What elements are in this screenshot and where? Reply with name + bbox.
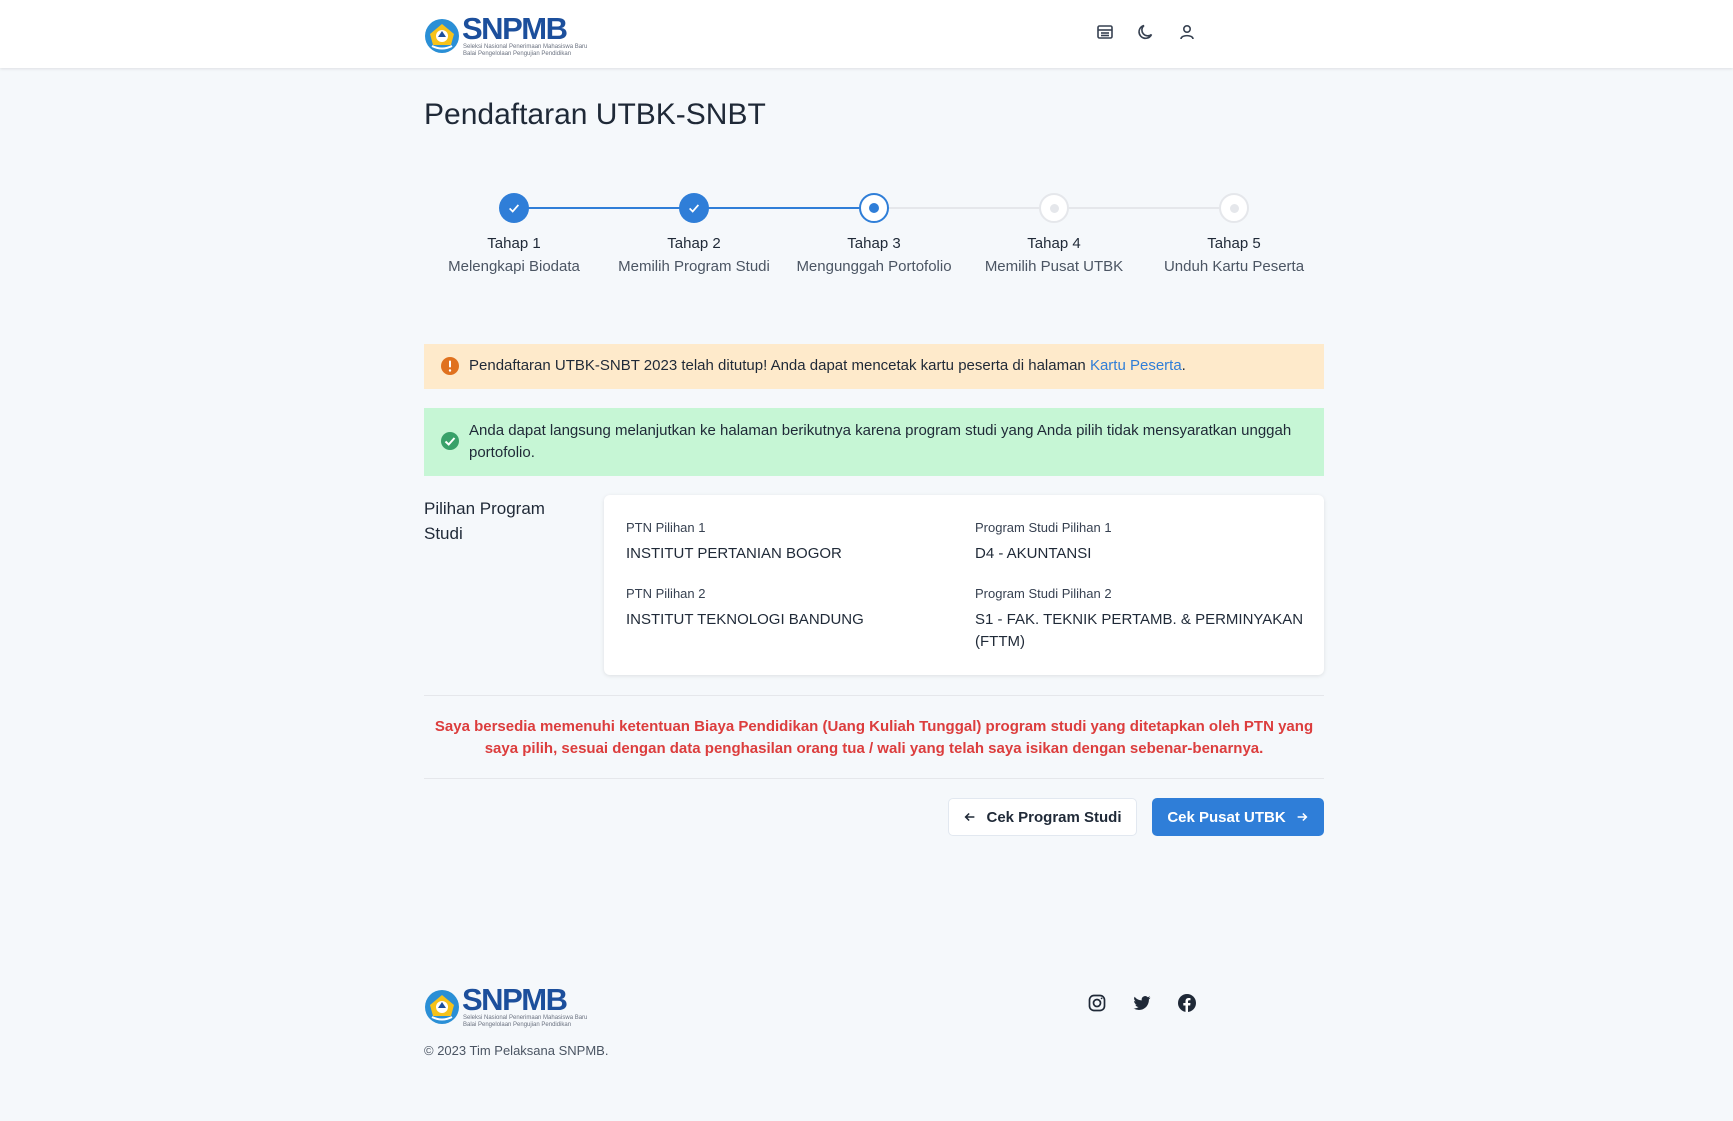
step-title: Tahap 3: [847, 235, 901, 252]
cek-pusat-utbk-button[interactable]: Cek Pusat UTBK: [1152, 798, 1324, 836]
alert-text: Anda dapat langsung melanjutkan ke halam…: [469, 422, 1292, 461]
portfolio-not-required-alert: Anda dapat langsung melanjutkan ke halam…: [424, 408, 1324, 476]
alert-text: Pendaftaran UTBK-SNBT 2023 telah ditutup…: [469, 357, 1186, 374]
pending-step-dot-icon: [1039, 193, 1069, 223]
step-2[interactable]: Tahap 2 Memilih Program Studi: [604, 190, 784, 275]
field-label: PTN Pilihan 1: [626, 520, 706, 535]
registration-closed-alert: Pendaftaran UTBK-SNBT 2023 telah ditutup…: [424, 344, 1324, 389]
cek-program-studi-button[interactable]: Cek Program Studi: [948, 798, 1137, 836]
check-icon: [499, 193, 529, 223]
step-4[interactable]: Tahap 4 Memilih Pusat UTBK: [964, 190, 1144, 275]
moon-icon[interactable]: [1136, 22, 1156, 42]
step-title: Tahap 5: [1207, 235, 1261, 252]
arrow-left-icon: [964, 812, 975, 822]
check-icon: [679, 193, 709, 223]
brand-tagline-bottom: Balai Pengelolaan Pengujian Pendidikan: [463, 1022, 572, 1028]
current-step-dot-icon: [859, 193, 889, 223]
tut-wuri-emblem-icon: [425, 19, 459, 53]
warning-icon: [441, 357, 459, 375]
prodi-choice-2: Program Studi Pilihan 2 S1 - FAK. TEKNIK…: [975, 586, 1305, 653]
step-desc: Mengunggah Portofolio: [796, 258, 952, 275]
step-desc: Melengkapi Biodata: [448, 258, 580, 275]
check-circle-icon: [441, 432, 459, 450]
field-value: INSTITUT PERTANIAN BOGOR: [626, 545, 842, 562]
table-icon[interactable]: [1095, 22, 1115, 42]
copyright-text: © 2023 Tim Pelaksana SNPMB.: [424, 1043, 609, 1058]
brand-tagline-bottom: Balai Pengelolaan Pengujian Pendidikan: [463, 51, 572, 57]
ptn-choice-1: PTN Pilihan 1 INSTITUT PERTANIAN BOGOR: [626, 520, 956, 565]
step-title: Tahap 1: [487, 235, 541, 252]
registration-stepper: Tahap 1 Melengkapi Biodata Tahap 2 Memil…: [424, 190, 1324, 290]
page-title: Pendaftaran UTBK-SNBT: [424, 98, 766, 131]
step-desc: Unduh Kartu Peserta: [1163, 258, 1305, 275]
twitter-icon[interactable]: [1132, 993, 1152, 1013]
field-label: Program Studi Pilihan 2: [975, 586, 1112, 601]
field-value: INSTITUT TEKNOLOGI BANDUNG: [626, 611, 864, 628]
ptn-choice-2: PTN Pilihan 2 INSTITUT TEKNOLOGI BANDUNG: [626, 586, 956, 631]
prodi-choice-1: Program Studi Pilihan 1 D4 - AKUNTANSI: [975, 520, 1305, 565]
step-5[interactable]: Tahap 5 Unduh Kartu Peserta: [1144, 190, 1324, 275]
divider: [424, 778, 1324, 779]
field-value: S1 - FAK. TEKNIK PERTAMB. & PERMINYAKAN …: [975, 611, 1304, 650]
instagram-icon[interactable]: [1087, 993, 1107, 1013]
ukt-declaration: Saya bersedia memenuhi ketentuan Biaya P…: [434, 718, 1314, 757]
brand-tagline-top: Seleksi Nasional Penerimaan Mahasiswa Ba…: [463, 44, 588, 50]
section-label: Pilihan Program Studi: [424, 499, 545, 543]
field-label: PTN Pilihan 2: [626, 586, 706, 601]
divider: [424, 695, 1324, 696]
step-title: Tahap 4: [1027, 235, 1081, 252]
brand-tagline-top: Seleksi Nasional Penerimaan Mahasiswa Ba…: [463, 1015, 588, 1021]
step-desc: Memilih Program Studi: [618, 258, 770, 275]
user-icon[interactable]: [1177, 22, 1197, 42]
brand-name: SNPMB: [462, 11, 568, 46]
pending-step-dot-icon: [1219, 193, 1249, 223]
facebook-icon[interactable]: [1177, 993, 1197, 1013]
footer-logo[interactable]: SNPMB Seleksi Nasional Penerimaan Mahasi…: [424, 982, 588, 1029]
step-title: Tahap 2: [667, 235, 721, 252]
step-1[interactable]: Tahap 1 Melengkapi Biodata: [424, 190, 604, 275]
brand-logo[interactable]: SNPMB Seleksi Nasional Penerimaan Mahasi…: [424, 11, 588, 58]
program-choice-card: PTN Pilihan 1 INSTITUT PERTANIAN BOGOR P…: [604, 495, 1324, 675]
arrow-right-icon: [1297, 812, 1308, 822]
brand-name: SNPMB: [462, 982, 568, 1017]
header-actions: [1095, 22, 1197, 42]
step-desc: Memilih Pusat UTBK: [984, 258, 1124, 275]
kartu-peserta-link[interactable]: Kartu Peserta: [1090, 357, 1182, 374]
field-value: D4 - AKUNTANSI: [975, 545, 1092, 562]
top-navbar: SNPMB Seleksi Nasional Penerimaan Mahasi…: [0, 0, 1733, 68]
field-label: Program Studi Pilihan 1: [975, 520, 1112, 535]
social-links: [1087, 993, 1197, 1013]
tut-wuri-emblem-icon: [425, 990, 459, 1024]
step-3[interactable]: Tahap 3 Mengunggah Portofolio: [784, 190, 964, 275]
